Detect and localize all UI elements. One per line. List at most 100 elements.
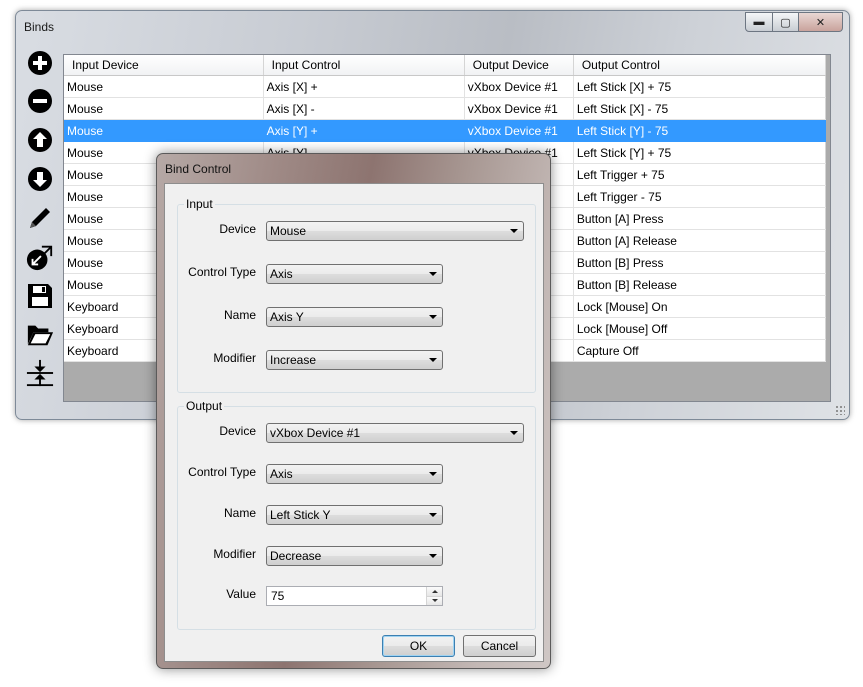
chevron-down-icon <box>429 315 437 319</box>
chevron-down-icon <box>510 431 518 435</box>
resize-grip-icon[interactable] <box>835 405 845 415</box>
output-modifier-label: Modifier <box>213 547 256 561</box>
column-header-output-control[interactable]: Output Control <box>573 55 827 76</box>
input-control-cell[interactable]: Axis [X] + <box>263 75 465 98</box>
table-row[interactable]: Mouse Axis [Y] + vXbox Device #1 Left Stick… <box>64 119 827 142</box>
dialog-title: Bind Control <box>165 162 232 176</box>
save-button[interactable] <box>26 282 54 310</box>
add-button[interactable] <box>26 49 54 77</box>
input-control-type-label: Control Type <box>188 265 256 279</box>
output-name-label: Name <box>223 506 256 520</box>
cancel-button[interactable]: Cancel <box>463 635 536 657</box>
input-device-select[interactable]: Mouse <box>266 221 524 241</box>
output-group-label: Output <box>184 399 225 413</box>
ok-button[interactable]: OK <box>382 635 455 657</box>
output-control-type-value: Axis <box>270 467 293 481</box>
maximize-button[interactable]: ▢ <box>773 12 799 32</box>
move-down-icon <box>28 167 52 191</box>
input-device-cell[interactable]: Mouse <box>64 97 264 120</box>
output-control-cell[interactable]: Left Trigger - 75 <box>573 185 827 208</box>
input-device-cell[interactable]: Mouse <box>64 75 264 98</box>
input-device-value: Mouse <box>270 224 307 238</box>
move-down-button[interactable] <box>26 165 54 193</box>
move-up-button[interactable] <box>26 126 54 154</box>
input-device-label: Device <box>219 222 256 236</box>
output-control-cell[interactable]: Left Stick [Y] - 75 <box>573 119 827 142</box>
output-device-cell[interactable]: vXbox Device #1 <box>464 119 574 142</box>
input-name-select[interactable]: Axis Y <box>266 307 443 327</box>
output-device-cell[interactable]: vXbox Device #1 <box>464 75 574 98</box>
input-name-label: Name <box>223 308 256 322</box>
output-control-cell[interactable]: Button [B] Press <box>573 251 827 274</box>
output-control-cell[interactable]: Button [A] Release <box>573 229 827 252</box>
input-control-type-select[interactable]: Axis <box>266 264 443 284</box>
chevron-down-icon <box>429 272 437 276</box>
output-modifier-select[interactable]: Decrease <box>266 546 443 566</box>
remove-button[interactable] <box>26 87 54 115</box>
output-value-value: 75 <box>271 589 285 603</box>
edit-button[interactable] <box>26 204 54 232</box>
output-control-cell[interactable]: Lock [Mouse] Off <box>573 317 827 340</box>
output-control-cell[interactable]: Lock [Mouse] On <box>573 295 827 318</box>
output-control-cell[interactable]: Capture Off <box>573 339 827 362</box>
input-control-cell[interactable]: Axis [Y] + <box>263 119 465 142</box>
column-header-input-device[interactable]: Input Device <box>64 55 264 76</box>
chevron-down-icon <box>429 513 437 517</box>
output-control-cell[interactable]: Left Trigger + 75 <box>573 163 827 186</box>
window-controls: ▬ ▢ ✕ <box>745 12 843 32</box>
output-value-label: Value <box>226 587 256 601</box>
open-button[interactable] <box>26 321 54 349</box>
table-row[interactable]: Mouse Axis [X] + vXbox Device #1 Left Stick… <box>64 75 827 98</box>
column-header-output-device[interactable]: Output Device <box>464 55 574 76</box>
input-modifier-select[interactable]: Increase <box>266 350 443 370</box>
capture-icon <box>26 245 53 271</box>
output-modifier-value: Decrease <box>270 549 322 563</box>
close-button[interactable]: ✕ <box>799 12 843 32</box>
move-up-icon <box>28 128 52 152</box>
output-control-cell[interactable]: Left Stick [Y] + 75 <box>573 141 827 164</box>
chevron-down-icon <box>510 229 518 233</box>
input-modifier-value: Increase <box>270 353 317 367</box>
add-icon <box>28 51 52 75</box>
output-control-cell[interactable]: Left Stick [X] - 75 <box>573 97 827 120</box>
output-device-label: Device <box>219 424 256 438</box>
input-device-cell[interactable]: Mouse <box>64 119 264 142</box>
dialog-body: Input Device Mouse Control Type Axis Nam… <box>164 183 544 662</box>
open-folder-icon <box>27 325 54 346</box>
table-row[interactable]: Mouse Axis [X] - vXbox Device #1 Left Stick… <box>64 97 827 120</box>
input-control-cell[interactable]: Axis [X] - <box>263 97 465 120</box>
grid-header-row: Input Device Input Control Output Device… <box>64 55 827 76</box>
bind-control-dialog: Bind Control Input Device Mouse Control … <box>156 153 551 669</box>
spinner-buttons <box>426 587 442 605</box>
input-control-type-value: Axis <box>270 267 293 281</box>
window-title: Binds <box>24 20 55 34</box>
output-control-type-select[interactable]: Axis <box>266 464 443 484</box>
collapse-icon <box>26 359 54 387</box>
input-name-value: Axis Y <box>270 310 304 324</box>
minimize-button[interactable]: ▬ <box>745 12 773 32</box>
output-device-value: vXbox Device #1 <box>270 426 361 440</box>
arrow-down-icon <box>431 599 438 603</box>
output-control-cell[interactable]: Button [A] Press <box>573 207 827 230</box>
spinner-down-button[interactable] <box>427 596 442 605</box>
output-control-type-label: Control Type <box>188 465 256 479</box>
output-device-cell[interactable]: vXbox Device #1 <box>464 97 574 120</box>
output-name-select[interactable]: Left Stick Y <box>266 505 443 525</box>
output-control-cell[interactable]: Left Stick [X] + 75 <box>573 75 827 98</box>
output-name-value: Left Stick Y <box>270 508 331 522</box>
column-header-input-control[interactable]: Input Control <box>263 55 465 76</box>
remove-icon <box>28 89 52 113</box>
capture-button[interactable] <box>26 243 54 271</box>
input-group-label: Input <box>184 197 215 211</box>
output-device-select[interactable]: vXbox Device #1 <box>266 423 524 443</box>
input-group: Input Device Mouse Control Type Axis Nam… <box>177 197 536 393</box>
chevron-down-icon <box>429 554 437 558</box>
save-floppy-icon <box>28 284 52 308</box>
output-value-spinner[interactable]: 75 <box>266 586 443 606</box>
collapse-button[interactable] <box>26 359 54 387</box>
edit-pencil-icon <box>30 208 50 228</box>
chevron-down-icon <box>429 472 437 476</box>
input-modifier-label: Modifier <box>213 351 256 365</box>
spinner-up-button[interactable] <box>427 587 442 597</box>
output-control-cell[interactable]: Button [B] Release <box>573 273 827 296</box>
